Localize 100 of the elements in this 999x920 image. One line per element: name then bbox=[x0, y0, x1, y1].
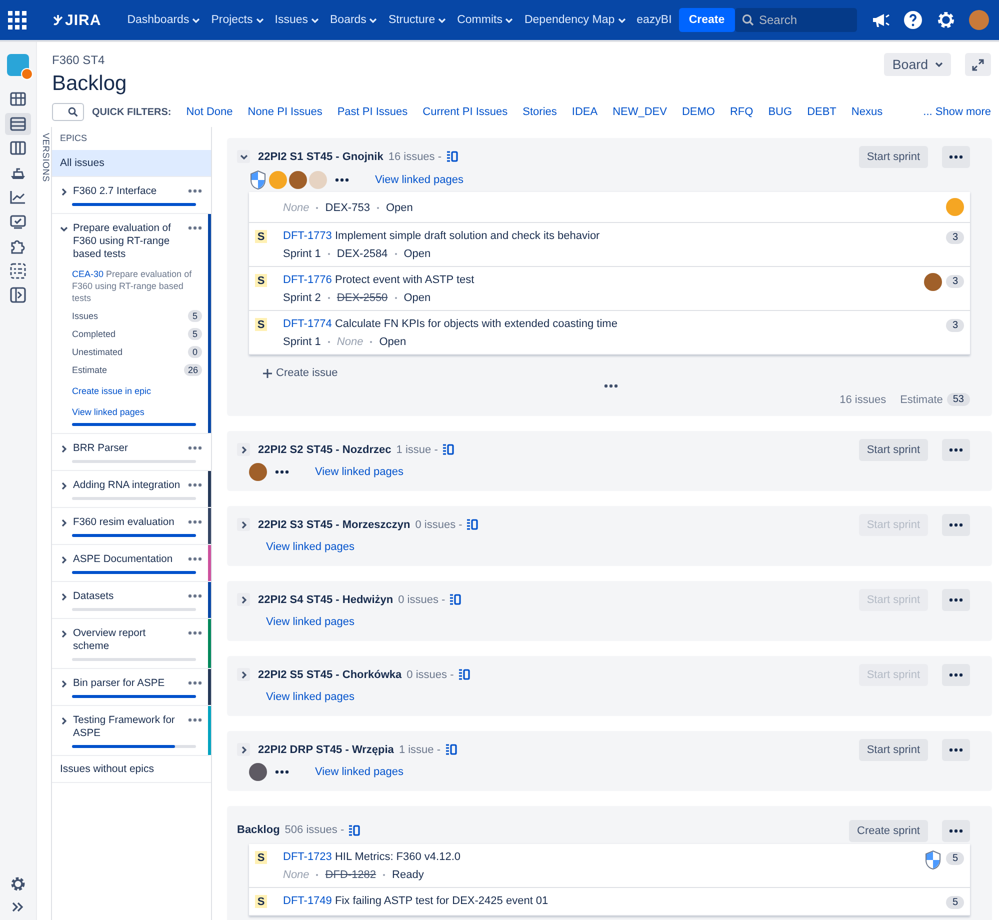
quick-filter[interactable]: Current PI Issues bbox=[422, 106, 508, 118]
epic-item[interactable]: Datasets bbox=[52, 582, 211, 619]
epic-item[interactable]: F360 2.7 Interface bbox=[52, 177, 211, 214]
quick-filter[interactable]: Nexus bbox=[851, 106, 883, 118]
filter-search-field[interactable] bbox=[52, 103, 84, 121]
view-linked-pages-link[interactable]: View linked pages bbox=[266, 616, 354, 628]
chart-icon[interactable] bbox=[9, 188, 27, 206]
versions-tab[interactable]: VERSIONS bbox=[37, 127, 52, 920]
view-linked-pages-link[interactable]: View linked pages bbox=[315, 466, 404, 478]
story-points-badge: 5 bbox=[946, 852, 964, 865]
nav-menu[interactable]: Dashboards bbox=[127, 14, 200, 26]
double-chevron-icon[interactable] bbox=[12, 902, 24, 912]
expand-toggle[interactable] bbox=[237, 443, 250, 456]
epic-filter-item[interactable]: Issues without epics bbox=[52, 756, 211, 783]
view-linked-pages-link[interactable]: View linked pages bbox=[375, 174, 464, 186]
quick-filter[interactable]: IDEA bbox=[572, 106, 598, 118]
more-actions-button[interactable] bbox=[942, 514, 970, 536]
board-button[interactable]: Board bbox=[884, 53, 951, 76]
quick-filter[interactable]: RFQ bbox=[730, 106, 754, 118]
jira-logo[interactable]: JIRA bbox=[65, 12, 102, 28]
issue-card[interactable]: S DFT-1749 Fix failing ASTP test for DEX-2425 event 01 5 bbox=[249, 888, 970, 916]
view-linked-pages-link[interactable]: View linked pages bbox=[266, 541, 354, 553]
issue-card[interactable]: None DEX-753 Open bbox=[249, 192, 970, 223]
columns-icon[interactable] bbox=[9, 139, 27, 157]
create-issue-button[interactable]: Create issue bbox=[263, 367, 970, 379]
more-icon bbox=[275, 470, 289, 474]
issue-card[interactable]: S DFT-1776 Protect event with ASTP test Sprint 2 DEX-2550 Open 3 bbox=[249, 267, 970, 311]
nav-menu[interactable]: Dependency Map bbox=[524, 14, 626, 26]
sprint-report-icon[interactable] bbox=[349, 824, 360, 836]
issue-card[interactable]: S DFT-1774 Calculate FN KPIs for objects with extended coasting time Sprint 1 None Open 3 bbox=[249, 311, 970, 355]
create-button[interactable]: Create bbox=[678, 8, 735, 32]
more-assignees-button[interactable] bbox=[275, 770, 289, 774]
sprint-report-icon[interactable] bbox=[446, 151, 458, 162]
epic-item[interactable]: BRR Parser bbox=[52, 434, 211, 471]
backlog-icon[interactable] bbox=[9, 114, 27, 132]
epic-item[interactable]: ASPE Documentation bbox=[52, 545, 211, 582]
quick-filter[interactable]: DEBT bbox=[807, 106, 836, 118]
sprint-action-button[interactable]: Start sprint bbox=[858, 439, 928, 461]
sprint-report-icon[interactable] bbox=[442, 444, 454, 455]
nav-menu[interactable]: Structure bbox=[388, 14, 446, 26]
sprint-report-icon[interactable] bbox=[458, 669, 470, 680]
sprint-action-button[interactable]: Create sprint bbox=[849, 820, 928, 842]
epic-item[interactable]: Overview report scheme bbox=[52, 619, 211, 669]
sprint-report-icon[interactable] bbox=[450, 594, 462, 605]
quick-filter[interactable]: BUG bbox=[768, 106, 792, 118]
more-assignees-button[interactable] bbox=[335, 178, 349, 182]
more-actions-button[interactable] bbox=[942, 664, 970, 686]
epic-filter-item[interactable]: All issues bbox=[52, 150, 211, 177]
quick-filter[interactable]: DEMO bbox=[682, 106, 715, 118]
quick-filter[interactable]: Past PI Issues bbox=[337, 106, 408, 118]
sprint-report-icon[interactable] bbox=[446, 744, 457, 755]
epic-item[interactable]: Testing Framework for ASPE bbox=[52, 706, 211, 756]
page-icon[interactable] bbox=[9, 286, 27, 304]
view-linked-pages-link[interactable]: View linked pages bbox=[266, 691, 354, 703]
show-more-button[interactable] bbox=[604, 384, 618, 388]
more-assignees-button[interactable] bbox=[275, 470, 289, 474]
sprint-action-button[interactable]: Start sprint bbox=[858, 146, 928, 168]
fullscreen-button[interactable] bbox=[965, 53, 991, 76]
nav-menu[interactable]: Projects bbox=[211, 14, 264, 26]
issue-card[interactable]: S DFT-1723 HIL Metrics: F360 v4.12.0 None DFD-1282 Ready 5 bbox=[249, 844, 970, 888]
nav-menu[interactable]: Commits bbox=[457, 14, 514, 26]
expand-toggle[interactable] bbox=[237, 668, 250, 681]
view-linked-pages-link[interactable]: View linked pages bbox=[315, 766, 404, 778]
sprint-action-button[interactable]: Start sprint bbox=[858, 739, 928, 761]
expand-toggle[interactable] bbox=[237, 743, 250, 756]
nav-menu[interactable]: Issues bbox=[274, 14, 319, 26]
epic-link[interactable]: Create issue in epic bbox=[72, 385, 202, 397]
checklist-icon[interactable] bbox=[9, 262, 27, 280]
help-icon[interactable] bbox=[903, 10, 923, 30]
nav-menu[interactable]: Boards bbox=[330, 14, 378, 26]
sprint-report-icon[interactable] bbox=[467, 519, 478, 530]
issue-card[interactable]: S DFT-1773 Implement simple draft solution and check its behavior Sprint 1 DEX-2584 Open 3 bbox=[249, 223, 970, 267]
user-avatar[interactable] bbox=[969, 10, 989, 30]
quick-filter[interactable]: Not Done bbox=[186, 106, 233, 118]
more-actions-button[interactable] bbox=[942, 589, 970, 611]
epic-item[interactable]: Adding RNA integration bbox=[52, 471, 211, 508]
epic-item[interactable]: Bin parser for ASPE bbox=[52, 669, 211, 706]
epic-item[interactable]: F360 resim evaluation bbox=[52, 508, 211, 545]
epic-item[interactable]: Prepare evaluation of F360 using RT-range based tests CEA-30 Prepare evaluation of F360 using RT-range based tests Issues 5 Completed 5 Unestimated 0 Estimate 26 Create issue in epic View linked pages bbox=[52, 214, 211, 434]
more-actions-button[interactable] bbox=[942, 439, 970, 461]
quick-filter[interactable]: NEW_DEV bbox=[612, 106, 667, 118]
expand-toggle[interactable] bbox=[237, 150, 250, 163]
quick-filter[interactable]: None PI Issues bbox=[248, 106, 322, 118]
settings-icon[interactable] bbox=[10, 876, 26, 892]
settings-icon[interactable] bbox=[936, 10, 956, 30]
more-actions-button[interactable] bbox=[942, 146, 970, 168]
epic-link[interactable]: View linked pages bbox=[72, 406, 202, 418]
nav-menu[interactable]: eazyBI bbox=[636, 14, 672, 26]
quick-filter[interactable]: Stories bbox=[522, 106, 557, 118]
show-more-link[interactable]: ... Show more bbox=[915, 106, 991, 118]
monitor-icon[interactable] bbox=[9, 212, 27, 230]
expand-toggle[interactable] bbox=[237, 593, 250, 606]
board-icon[interactable] bbox=[9, 90, 27, 108]
chevron-right-icon bbox=[60, 519, 68, 527]
expand-toggle[interactable] bbox=[237, 518, 250, 531]
search-field[interactable]: Search bbox=[735, 8, 857, 32]
more-actions-button[interactable] bbox=[942, 739, 970, 761]
app-grid-icon[interactable] bbox=[8, 10, 27, 30]
selected-nav-item[interactable] bbox=[5, 112, 31, 134]
more-actions-button[interactable] bbox=[942, 820, 970, 842]
